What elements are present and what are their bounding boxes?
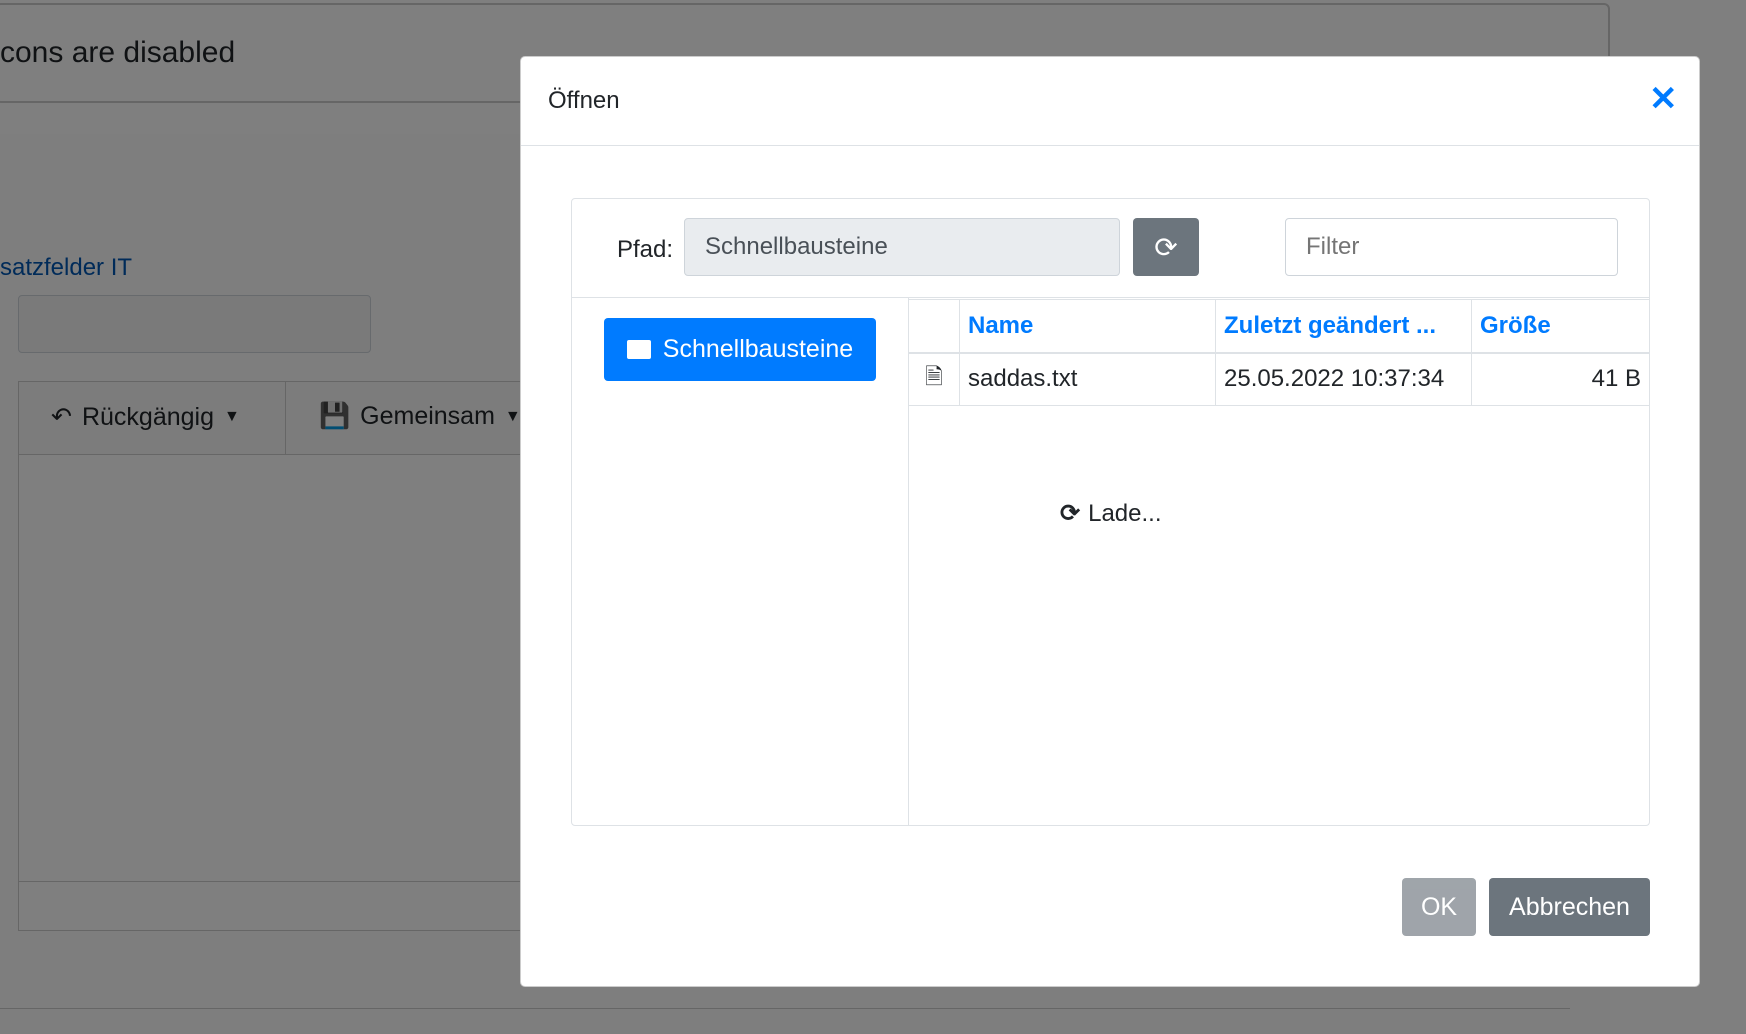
path-field[interactable]: Schnellbausteine [684, 218, 1120, 276]
header-modified[interactable]: Zuletzt geändert ... [1215, 299, 1472, 354]
folder-icon [626, 340, 651, 359]
text-file-icon: 🗎 [908, 352, 960, 406]
close-icon[interactable]: ✕ [1649, 79, 1678, 119]
loading-indicator: ⟳ Lade... [1060, 499, 1162, 528]
file-size: 41 B [1471, 352, 1650, 406]
file-modified: 25.05.2022 10:37:34 [1215, 352, 1472, 406]
ok-button[interactable]: OK [1402, 878, 1476, 936]
file-browser: Pfad: Schnellbausteine ⟳ Schnellbaustein… [571, 198, 1650, 826]
header-name[interactable]: Name [959, 299, 1216, 354]
header-size[interactable]: Größe [1471, 299, 1650, 354]
folder-schnellbausteine[interactable]: Schnellbausteine [604, 318, 876, 381]
dialog-header: Öffnen ✕ [521, 57, 1699, 146]
file-table: Name Zuletzt geändert ... Größe 🗎 saddas… [908, 299, 1650, 406]
cancel-button[interactable]: Abbrechen [1489, 878, 1650, 936]
table-header: Name Zuletzt geändert ... Größe [908, 299, 1650, 354]
dialog-title: Öffnen [548, 87, 620, 114]
table-row[interactable]: 🗎 saddas.txt 25.05.2022 10:37:34 41 B [908, 352, 1650, 406]
filter-input[interactable] [1285, 218, 1618, 276]
header-icon-col [908, 299, 960, 354]
refresh-icon: ⟳ [1154, 231, 1178, 263]
refresh-icon: ⟳ [1060, 500, 1081, 527]
path-label: Pfad: [617, 236, 674, 263]
refresh-button[interactable]: ⟳ [1133, 218, 1199, 276]
open-dialog: Öffnen ✕ Pfad: Schnellbausteine ⟳ Schnel… [520, 56, 1700, 987]
file-name: saddas.txt [959, 352, 1216, 406]
